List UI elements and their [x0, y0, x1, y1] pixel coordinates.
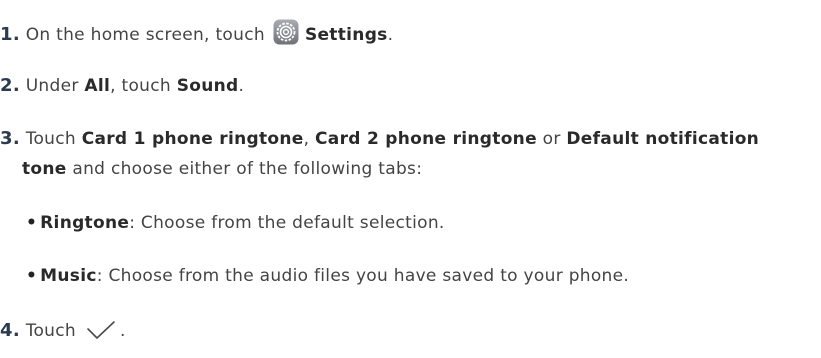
step-1: 1. On the home screen, touch Settings. [0, 19, 393, 51]
tone-label: tone [22, 159, 67, 179]
all-label: All [84, 76, 111, 96]
step-number: 4. [0, 320, 20, 341]
step-text: Touch [25, 129, 76, 149]
step-text: and choose either of the following tabs: [72, 159, 423, 179]
settings-gear-icon [273, 19, 299, 51]
sub-item-ringtone: • Ringtone: Choose from the default selec… [26, 212, 445, 234]
step-4: 4. Touch . [0, 320, 126, 346]
sound-label: Sound [176, 76, 239, 96]
bullet: • [26, 213, 38, 233]
music-label: Music [40, 266, 97, 286]
sub-item-text: : Choose from the audio files you have s… [96, 266, 630, 286]
step-text: On the home screen, touch [25, 25, 265, 45]
step-3-continuation: tone and choose either of the following … [22, 158, 422, 180]
step-number: 3. [0, 128, 20, 149]
step-text: Touch [25, 321, 76, 341]
step-number: 2. [0, 75, 20, 96]
step-3: 3. Touch Card 1 phone ringtone, Card 2 p… [0, 128, 760, 149]
bullet: • [26, 266, 38, 286]
card2-ringtone-label: Card 2 phone ringtone [315, 129, 537, 149]
sub-item-text: : Choose from the default selection. [129, 213, 445, 233]
checkmark-icon [86, 320, 116, 346]
step-2: 2. Under All, touch Sound. [0, 75, 245, 96]
settings-label: Settings [304, 25, 388, 45]
ringtone-label: Ringtone [40, 213, 130, 233]
default-notification-label: Default notification [566, 129, 760, 149]
card1-ringtone-label: Card 1 phone ringtone [81, 129, 304, 149]
sub-item-music: • Music: Choose from the audio files you … [26, 265, 629, 287]
step-number: 1. [0, 24, 20, 45]
step-text: Under [25, 76, 79, 96]
